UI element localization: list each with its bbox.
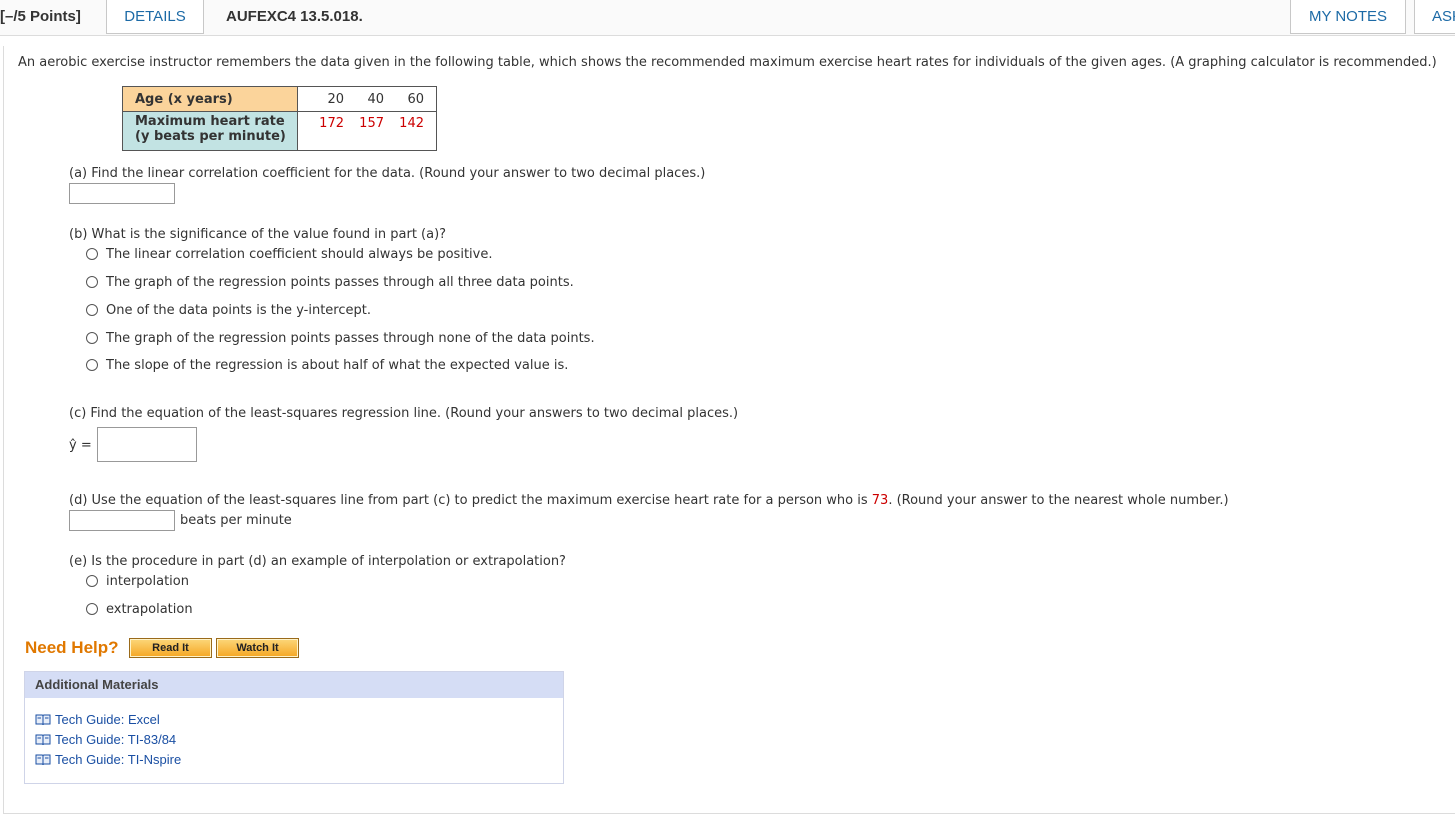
y-hat-label: ŷ = bbox=[69, 438, 92, 453]
tech-guide-tinspire-link[interactable]: Tech Guide: TI-Nspire bbox=[35, 752, 181, 767]
part-d-age-value: 73 bbox=[871, 493, 889, 508]
book-icon bbox=[35, 754, 51, 766]
part-b-option-label: The slope of the regression is about hal… bbox=[106, 358, 569, 373]
points-label: [–/5 Points] bbox=[0, 8, 81, 25]
additional-materials-title: Additional Materials bbox=[25, 672, 563, 698]
part-e-question: (e) Is the procedure in part (d) an exam… bbox=[69, 554, 566, 569]
part-b-option-label: One of the data points is the y-intercep… bbox=[106, 303, 371, 318]
regression-equation-input[interactable] bbox=[97, 427, 197, 462]
part-b-option-label: The linear correlation coefficient shoul… bbox=[106, 247, 493, 262]
problem-intro: An aerobic exercise instructor remembers… bbox=[18, 55, 1437, 70]
part-b-question: (b) What is the significance of the valu… bbox=[69, 227, 447, 242]
ask-teacher-button[interactable]: ASK bbox=[1414, 0, 1455, 34]
part-d-question: (d) Use the equation of the least-square… bbox=[69, 493, 1229, 508]
read-it-button[interactable]: Read It bbox=[129, 638, 212, 658]
heart-rate-label-line2: (y beats per minute) bbox=[135, 129, 286, 144]
part-b-radio[interactable] bbox=[86, 332, 98, 344]
age-value: 40 bbox=[367, 91, 384, 107]
book-icon bbox=[35, 734, 51, 746]
part-b-radio[interactable] bbox=[86, 359, 98, 371]
age-value: 20 bbox=[327, 91, 344, 107]
part-d-question-text: (d) Use the equation of the least-square… bbox=[69, 493, 872, 508]
part-a-answer-input[interactable] bbox=[69, 183, 175, 204]
watch-it-button[interactable]: Watch It bbox=[216, 638, 299, 658]
part-d-unit-label: beats per minute bbox=[180, 513, 292, 528]
heart-rate-values: 172 157 142 bbox=[297, 111, 437, 151]
tech-guide-excel-text[interactable]: Tech Guide: Excel bbox=[55, 712, 160, 727]
heart-rate-value: 142 bbox=[399, 116, 424, 131]
part-e-option-label: extrapolation bbox=[106, 602, 193, 617]
additional-materials-panel: Additional Materials Tech Guide: Excel T… bbox=[24, 671, 564, 784]
part-b-radio[interactable] bbox=[86, 248, 98, 260]
part-e-radio[interactable] bbox=[86, 575, 98, 587]
tech-guide-tinspire-text[interactable]: Tech Guide: TI-Nspire bbox=[55, 752, 181, 767]
age-label-text: Age (x years) bbox=[135, 91, 233, 107]
age-row-label: Age (x years) bbox=[122, 86, 298, 112]
part-e-option-label: interpolation bbox=[106, 574, 189, 589]
part-d-question-rest: . (Round your answer to the nearest whol… bbox=[888, 493, 1229, 508]
problem-code: AUFEXC4 13.5.018. bbox=[226, 8, 363, 25]
part-c-question: (c) Find the equation of the least-squar… bbox=[69, 406, 739, 421]
part-e-radio[interactable] bbox=[86, 603, 98, 615]
age-values: 20 40 60 bbox=[297, 86, 437, 112]
details-button[interactable]: DETAILS bbox=[106, 0, 204, 34]
heart-rate-value: 157 bbox=[359, 116, 384, 131]
need-help-label: Need Help? bbox=[25, 638, 119, 657]
my-notes-button[interactable]: MY NOTES bbox=[1290, 0, 1406, 34]
question-header: [–/5 Points] DETAILS AUFEXC4 13.5.018. M… bbox=[0, 0, 1455, 36]
book-icon bbox=[35, 714, 51, 726]
part-b-radio[interactable] bbox=[86, 276, 98, 288]
tech-guide-excel-link[interactable]: Tech Guide: Excel bbox=[35, 712, 160, 727]
tech-guide-ti84-text[interactable]: Tech Guide: TI-83/84 bbox=[55, 732, 176, 747]
part-b-option-label: The graph of the regression points passe… bbox=[106, 275, 574, 290]
data-table: Age (x years) 20 40 60 Maximum heart rat… bbox=[122, 86, 437, 151]
tech-guide-ti84-link[interactable]: Tech Guide: TI-83/84 bbox=[35, 732, 176, 747]
age-value: 60 bbox=[407, 91, 424, 107]
part-b-option-label: The graph of the regression points passe… bbox=[106, 331, 595, 346]
heart-rate-row-label: Maximum heart rate (y beats per minute) bbox=[122, 111, 298, 151]
heart-rate-value: 172 bbox=[319, 116, 344, 131]
heart-rate-label-line1: Maximum heart rate bbox=[135, 114, 285, 129]
part-b-radio[interactable] bbox=[86, 304, 98, 316]
part-a-question: (a) Find the linear correlation coeffici… bbox=[69, 166, 706, 181]
part-d-answer-input[interactable] bbox=[69, 510, 175, 531]
